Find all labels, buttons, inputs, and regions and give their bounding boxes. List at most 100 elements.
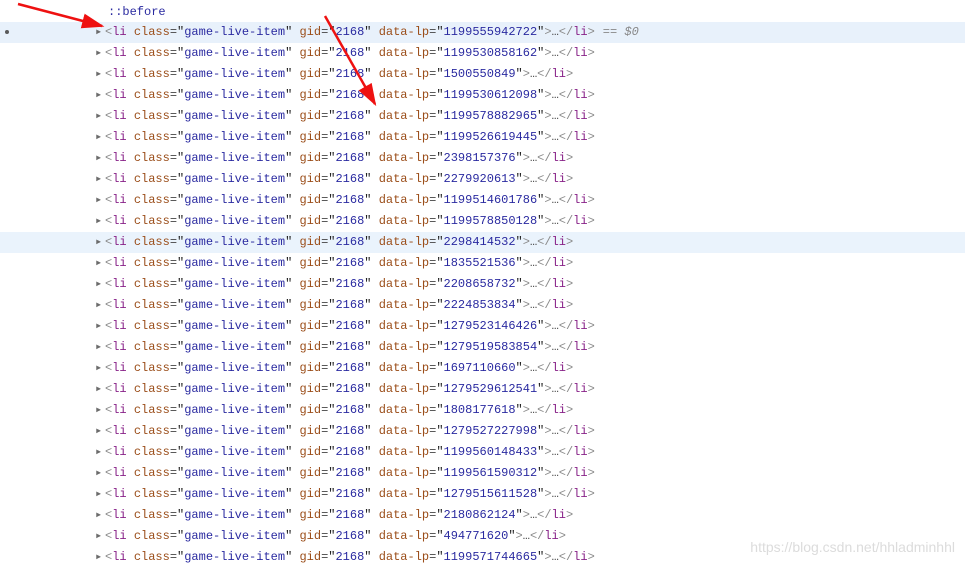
dom-node-row[interactable]: ▸<li class="game-live-item" gid="2168" d…	[0, 169, 965, 190]
dom-node-row[interactable]: ▸<li class="game-live-item" gid="2168" d…	[0, 295, 965, 316]
dom-node-row[interactable]: ▸<li class="game-live-item" gid="2168" d…	[0, 442, 965, 463]
dom-node-row[interactable]: ▸<li class="game-live-item" gid="2168" d…	[0, 526, 965, 547]
angle-bracket: >	[523, 403, 530, 417]
quote: "	[436, 277, 443, 291]
expand-triangle-icon[interactable]: ▸	[95, 442, 105, 463]
expand-triangle-icon[interactable]: ▸	[95, 190, 105, 211]
attr-data-lp-name: data-lp	[379, 340, 429, 354]
equals: =	[170, 130, 177, 144]
equals: =	[170, 445, 177, 459]
expand-triangle-icon[interactable]: ▸	[95, 337, 105, 358]
dom-node-row[interactable]: ▸<li class="game-live-item" gid="2168" d…	[0, 337, 965, 358]
expand-triangle-icon[interactable]: ▸	[95, 169, 105, 190]
attr-data-lp-name: data-lp	[379, 319, 429, 333]
dom-node-row[interactable]: ▸<li class="game-live-item" gid="2168" d…	[0, 547, 965, 568]
dom-node-row[interactable]: ▸<li class="game-live-item" gid="2168" d…	[0, 274, 965, 295]
children-ellipsis[interactable]: …	[552, 340, 559, 354]
attr-gid-value: 2168	[335, 382, 364, 396]
children-ellipsis[interactable]: …	[552, 193, 559, 207]
attr-class-value: game-live-item	[184, 340, 285, 354]
children-ellipsis[interactable]: …	[552, 109, 559, 123]
quote: "	[516, 172, 523, 186]
expand-triangle-icon[interactable]: ▸	[95, 274, 105, 295]
expand-triangle-icon[interactable]: ▸	[95, 505, 105, 526]
quote: "	[364, 67, 371, 81]
children-ellipsis[interactable]: …	[552, 46, 559, 60]
expand-triangle-icon[interactable]: ▸	[95, 253, 105, 274]
children-ellipsis[interactable]: …	[552, 88, 559, 102]
expand-triangle-icon[interactable]: ▸	[95, 316, 105, 337]
expand-triangle-icon[interactable]: ▸	[95, 64, 105, 85]
expand-triangle-icon[interactable]: ▸	[95, 232, 105, 253]
dom-node-row[interactable]: ▸<li class="game-live-item" gid="2168" d…	[0, 316, 965, 337]
expand-triangle-icon[interactable]: ▸	[95, 127, 105, 148]
children-ellipsis[interactable]: …	[552, 487, 559, 501]
expand-triangle-icon[interactable]: ▸	[95, 358, 105, 379]
expand-triangle-icon[interactable]: ▸	[95, 211, 105, 232]
angle-bracket: <	[559, 130, 566, 144]
dom-node-row[interactable]: ▸<li class="game-live-item" gid="2168" d…	[0, 421, 965, 442]
attr-class-name: class	[134, 550, 170, 564]
dom-node-row[interactable]: ▸<li class="game-live-item" gid="2168" d…	[0, 484, 965, 505]
expand-triangle-icon[interactable]: ▸	[95, 547, 105, 568]
expand-triangle-icon[interactable]: ▸	[95, 463, 105, 484]
dom-node-row[interactable]: ▸<li class="game-live-item" gid="2168" d…	[0, 64, 965, 85]
expand-triangle-icon[interactable]: ▸	[95, 295, 105, 316]
dom-node-row[interactable]: ▸<li class="game-live-item" gid="2168" d…	[0, 106, 965, 127]
dom-node-row[interactable]: ▸<li class="game-live-item" gid="2168" d…	[0, 232, 965, 253]
children-ellipsis[interactable]: …	[552, 424, 559, 438]
children-ellipsis[interactable]: …	[552, 25, 559, 39]
dom-node-row[interactable]: ▸<li class="game-live-item" gid="2168" d…	[0, 211, 965, 232]
attr-data-lp-value: 1808177618	[444, 403, 516, 417]
attr-data-lp-name: data-lp	[379, 550, 429, 564]
children-ellipsis[interactable]: …	[552, 382, 559, 396]
dom-node-row[interactable]: ▸<li class="game-live-item" gid="2168" d…	[0, 22, 965, 43]
expand-triangle-icon[interactable]: ▸	[95, 22, 105, 43]
tag-name: li	[112, 298, 126, 312]
attr-gid-value: 2168	[335, 256, 364, 270]
close-tag-name: li	[573, 382, 587, 396]
attr-class-name: class	[134, 67, 170, 81]
attr-gid-value: 2168	[335, 193, 364, 207]
children-ellipsis[interactable]: …	[552, 319, 559, 333]
children-ellipsis[interactable]: …	[552, 466, 559, 480]
dom-node-row[interactable]: ▸<li class="game-live-item" gid="2168" d…	[0, 253, 965, 274]
expand-triangle-icon[interactable]: ▸	[95, 526, 105, 547]
quote: "	[364, 172, 371, 186]
attr-class-name: class	[134, 403, 170, 417]
children-ellipsis[interactable]: …	[552, 214, 559, 228]
children-ellipsis[interactable]: …	[552, 550, 559, 564]
dom-node-row[interactable]: ▸<li class="game-live-item" gid="2168" d…	[0, 400, 965, 421]
expand-triangle-icon[interactable]: ▸	[95, 400, 105, 421]
dom-node-row[interactable]: ▸<li class="game-live-item" gid="2168" d…	[0, 358, 965, 379]
angle-bracket: >	[544, 214, 551, 228]
angle-bracket: <	[559, 46, 566, 60]
quote: "	[436, 529, 443, 543]
expand-triangle-icon[interactable]: ▸	[95, 379, 105, 400]
expand-triangle-icon[interactable]: ▸	[95, 43, 105, 64]
children-ellipsis[interactable]: …	[552, 130, 559, 144]
dom-node-row[interactable]: ▸<li class="game-live-item" gid="2168" d…	[0, 85, 965, 106]
dom-node-row[interactable]: ▸<li class="game-live-item" gid="2168" d…	[0, 148, 965, 169]
expand-triangle-icon[interactable]: ▸	[95, 85, 105, 106]
angle-bracket: >	[588, 445, 595, 459]
dom-node-row[interactable]: ▸<li class="game-live-item" gid="2168" d…	[0, 505, 965, 526]
children-ellipsis[interactable]: …	[523, 529, 530, 543]
quote: "	[436, 550, 443, 564]
quote: "	[285, 235, 292, 249]
dom-node-row[interactable]: ▸<li class="game-live-item" gid="2168" d…	[0, 463, 965, 484]
children-ellipsis[interactable]: …	[552, 445, 559, 459]
dom-node-row[interactable]: ▸<li class="game-live-item" gid="2168" d…	[0, 190, 965, 211]
expand-triangle-icon[interactable]: ▸	[95, 106, 105, 127]
attr-gid-name: gid	[299, 550, 321, 564]
dom-node-row[interactable]: ▸<li class="game-live-item" gid="2168" d…	[0, 127, 965, 148]
attr-gid-name: gid	[299, 67, 321, 81]
quote: "	[436, 193, 443, 207]
dom-node-row[interactable]: ▸<li class="game-live-item" gid="2168" d…	[0, 43, 965, 64]
dom-node-row[interactable]: ▸<li class="game-live-item" gid="2168" d…	[0, 379, 965, 400]
quote: "	[508, 529, 515, 543]
expand-triangle-icon[interactable]: ▸	[95, 148, 105, 169]
expand-triangle-icon[interactable]: ▸	[95, 484, 105, 505]
attr-data-lp-value: 1279515611528	[444, 487, 538, 501]
expand-triangle-icon[interactable]: ▸	[95, 421, 105, 442]
